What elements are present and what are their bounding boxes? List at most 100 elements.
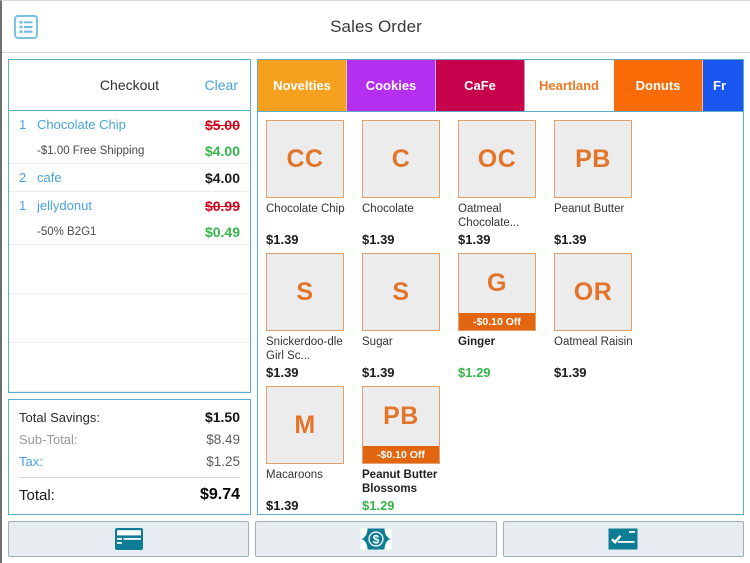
cart-item-discount-price: $0.49 <box>204 223 240 240</box>
svg-text:$: $ <box>373 533 380 547</box>
product-price: $1.39 <box>266 498 299 513</box>
product-tile[interactable]: S Sugar $1.39 <box>362 253 458 380</box>
cart-empty-row <box>9 343 250 392</box>
product-thumbnail: S <box>266 253 344 331</box>
product-abbreviation: PB <box>575 144 611 173</box>
product-thumbnail: CC <box>266 120 344 198</box>
product-abbreviation: S <box>296 277 314 306</box>
catalog-panel: Novelties Cookies CaFe Heartland Donuts Fr CC… <box>257 59 744 515</box>
product-tile[interactable]: G -$0.10 Off Ginger $1.29 <box>458 253 554 380</box>
product-name: Oatmeal Raisin <box>554 336 633 348</box>
product-discount-badge: -$0.10 Off <box>459 313 535 330</box>
category-tab[interactable]: Fr <box>703 60 743 111</box>
totals-panel: Total Savings: $1.50 Sub-Total: $8.49 Ta… <box>8 399 251 515</box>
catalog-column: Novelties Cookies CaFe Heartland Donuts Fr CC… <box>257 59 744 515</box>
cart-item-main: 1 jellydonut $0.99 <box>19 192 240 219</box>
cart-item-name: cafe <box>37 170 62 185</box>
category-tabs: Novelties Cookies CaFe Heartland Donuts Fr <box>258 60 743 112</box>
tax-value: $1.25 <box>206 453 240 469</box>
product-name: Ginger <box>458 336 496 348</box>
pay-check-button[interactable] <box>502 521 744 557</box>
cart-item-discount: -$1.00 Free Shipping $4.00 <box>19 138 240 163</box>
product-thumbnail: OR <box>554 253 632 331</box>
cart-empty-row <box>9 294 250 343</box>
cart-empty-row <box>9 245 250 294</box>
cart-item-main: 2 cafe $4.00 <box>19 164 240 191</box>
product-tile[interactable]: OC Oatmeal Chocolate... $1.39 <box>458 120 554 247</box>
pay-cash-button[interactable]: $ <box>255 521 497 557</box>
product-tile[interactable]: C Chocolate $1.39 <box>362 120 458 247</box>
category-tab[interactable]: Donuts <box>614 60 703 111</box>
product-tile[interactable]: M Macaroons $1.39 <box>266 386 362 513</box>
category-tab[interactable]: Heartland <box>525 60 614 111</box>
product-price: $1.29 <box>458 365 491 380</box>
tax-row[interactable]: Tax: $1.25 <box>19 450 240 472</box>
subtotal-label: Sub-Total: <box>19 431 78 447</box>
grand-total-row: Total: $9.74 <box>19 482 240 508</box>
list-menu-icon[interactable] <box>14 15 38 39</box>
product-thumbnail: G -$0.10 Off <box>458 253 536 331</box>
product-tile[interactable]: OR Oatmeal Raisin $1.39 <box>554 253 650 380</box>
cart-item-row[interactable]: 2 cafe $4.00 <box>9 164 250 192</box>
cart-item-discount-label: -50% B2G1 <box>37 225 97 238</box>
category-tab-label: Heartland <box>539 78 599 93</box>
check-icon <box>608 528 638 550</box>
cart-item-price: $4.00 <box>204 169 240 186</box>
product-thumbnail: OC <box>458 120 536 198</box>
product-abbreviation: C <box>391 144 411 173</box>
product-tile[interactable]: CC Chocolate Chip $1.39 <box>266 120 362 247</box>
cart-item-qty: 1 <box>19 198 27 213</box>
cart-item-price: $5.00 <box>204 116 240 133</box>
subtotal-row: Sub-Total: $8.49 <box>19 428 240 450</box>
product-abbreviation: OR <box>573 277 613 306</box>
cart-header: Checkout Clear <box>9 60 250 111</box>
cart-item-main: 1 Chocolate Chip $5.00 <box>19 111 240 138</box>
cart-item-discount: -50% B2G1 $0.49 <box>19 219 240 244</box>
product-price: $1.39 <box>362 365 395 380</box>
product-name: Peanut Butter Blossoms <box>362 469 438 495</box>
category-tab[interactable]: Cookies <box>347 60 436 111</box>
product-abbreviation: G <box>487 269 507 297</box>
total-savings-row: Total Savings: $1.50 <box>19 406 240 428</box>
product-thumbnail: M <box>266 386 344 464</box>
product-name: Chocolate Chip <box>266 203 345 215</box>
product-tile[interactable]: PB Peanut Butter $1.39 <box>554 120 650 247</box>
product-price: $1.39 <box>266 365 299 380</box>
product-tile[interactable]: S Snickerdoo-dle Girl Sc... $1.39 <box>266 253 362 380</box>
totals-divider <box>19 477 240 478</box>
product-abbreviation: M <box>294 410 316 439</box>
clear-cart-button[interactable]: Clear <box>205 77 238 93</box>
list-menu-glyph <box>19 21 33 33</box>
product-price: $1.39 <box>362 232 395 247</box>
product-abbreviation: S <box>392 277 410 306</box>
category-tab-label: Cookies <box>365 78 417 93</box>
product-abbreviation: PB <box>383 402 419 430</box>
product-name: Sugar <box>362 336 393 348</box>
product-tile[interactable]: PB -$0.10 Off Peanut Butter Blossoms $1.29 <box>362 386 458 513</box>
cart-item-row[interactable]: 1 jellydonut $0.99 -50% B2G1 $0.49 <box>9 192 250 245</box>
pay-credit-card-button[interactable] <box>8 521 250 557</box>
cart-item-discount-label: -$1.00 Free Shipping <box>37 144 145 157</box>
cart-item-discount-price: $4.00 <box>204 142 240 159</box>
category-tab-label: Donuts <box>635 78 681 93</box>
product-thumbnail: S <box>362 253 440 331</box>
category-tab[interactable]: CaFe <box>436 60 525 111</box>
category-tab[interactable]: Novelties <box>258 60 347 111</box>
cart-item-row[interactable]: 1 Chocolate Chip $5.00 -$1.00 Free Shipping… <box>9 111 250 164</box>
cart-item-name: jellydonut <box>37 198 92 213</box>
cart-panel: Checkout Clear 1 Chocolate Chip $5.00 -$1.0… <box>8 59 251 393</box>
page-title: Sales Order <box>330 16 422 36</box>
cart-item-qty: 1 <box>19 117 27 132</box>
total-savings-value: $1.50 <box>204 409 240 425</box>
product-abbreviation: OC <box>477 144 517 173</box>
tax-label: Tax: <box>19 453 43 469</box>
credit-card-icon <box>114 528 143 550</box>
cart-rows: 1 Chocolate Chip $5.00 -$1.00 Free Shipping… <box>9 111 250 392</box>
category-tab-label: Novelties <box>273 78 331 93</box>
category-tab-label: Fr <box>713 78 726 93</box>
product-discount-badge: -$0.10 Off <box>363 446 439 463</box>
product-name: Peanut Butter <box>554 203 625 215</box>
cart-item-qty: 2 <box>19 170 27 185</box>
product-thumbnail: PB -$0.10 Off <box>362 386 440 464</box>
product-price: $1.39 <box>554 365 587 380</box>
